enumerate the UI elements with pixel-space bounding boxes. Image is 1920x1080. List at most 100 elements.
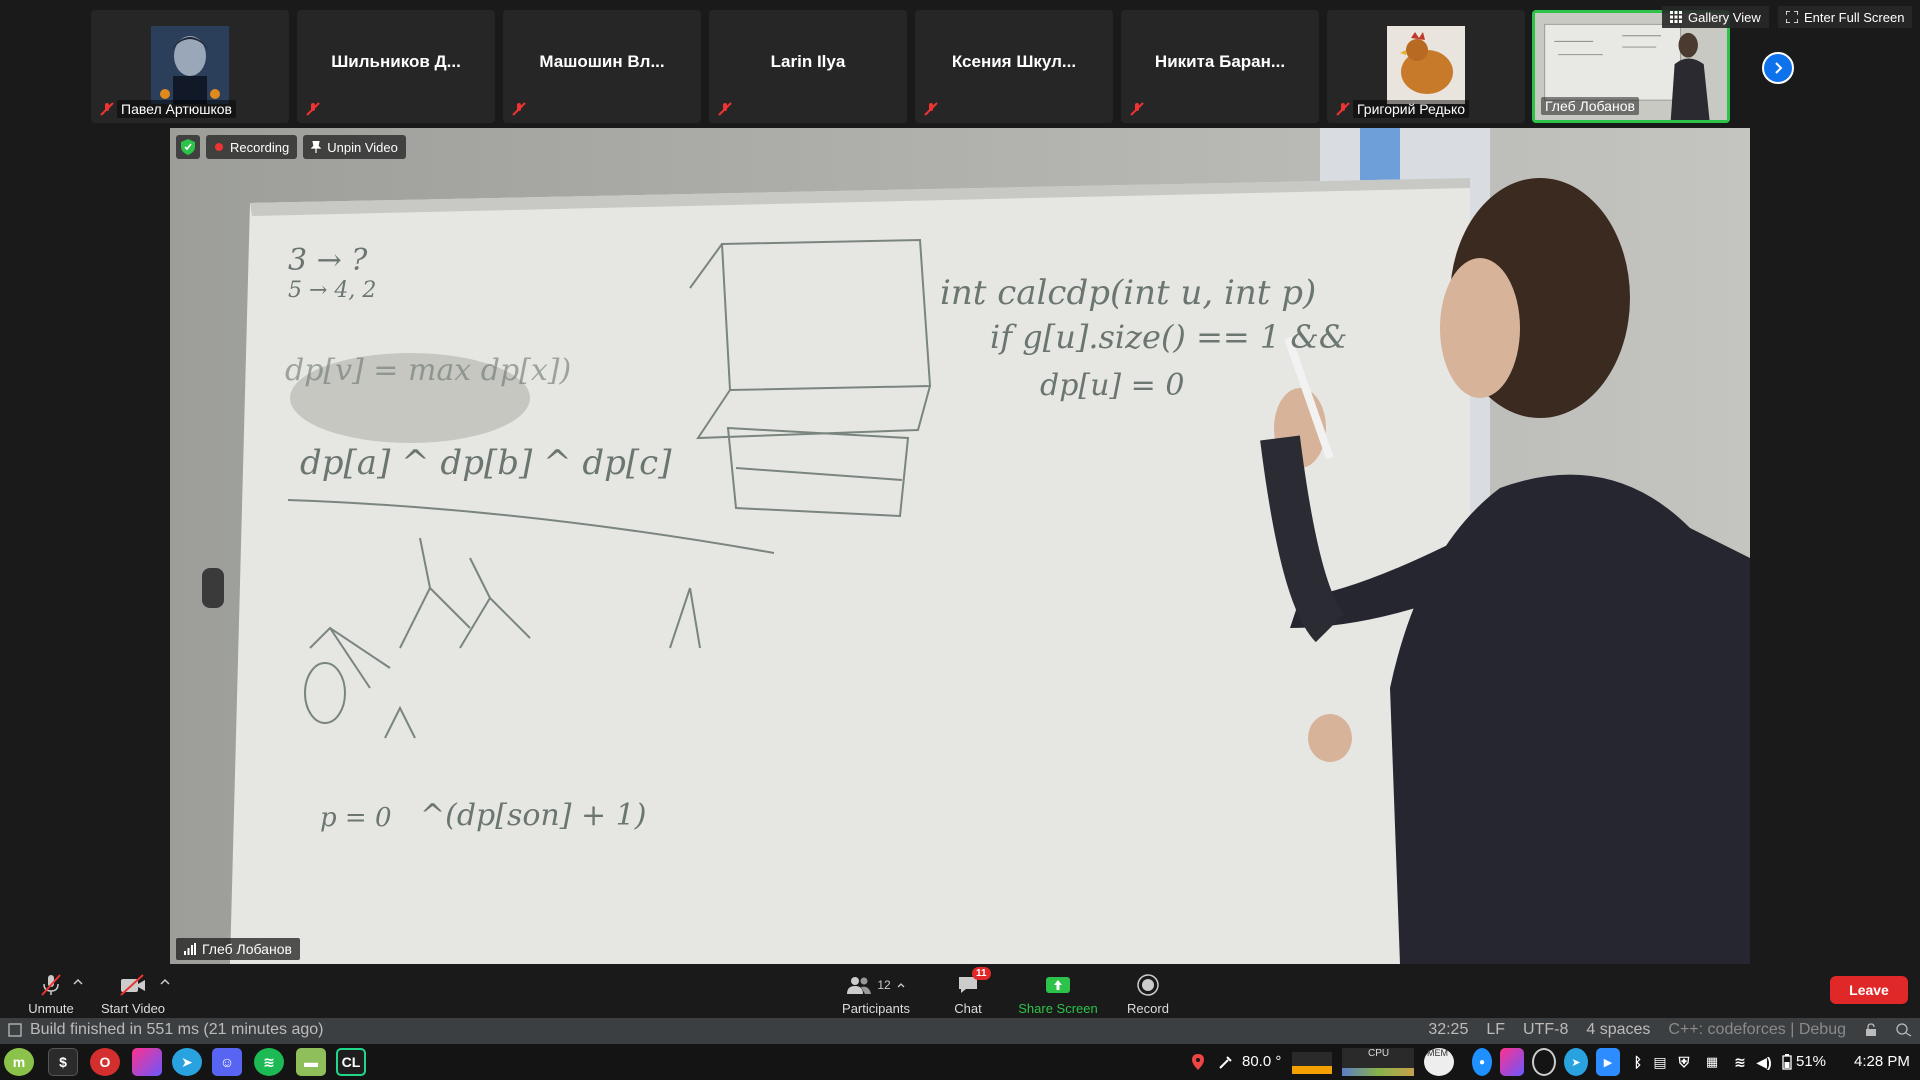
participant-tile[interactable]: Машошин Вл... <box>503 10 701 123</box>
vpn-icon[interactable]: ● <box>1472 1048 1492 1076</box>
grid-icon <box>1670 11 1682 23</box>
unmute-button[interactable]: Unmute <box>26 968 76 1016</box>
muted-mic-icon <box>41 974 61 996</box>
build-status-icon[interactable] <box>8 1023 22 1037</box>
battery-percent: 51% <box>1796 1053 1827 1070</box>
unpin-video-button[interactable]: Unpin Video <box>303 135 406 159</box>
participant-tile[interactable]: Larin Ilya <box>709 10 907 123</box>
security-shield-icon <box>176 135 200 159</box>
clock[interactable]: 4:28 PM <box>1854 1053 1910 1070</box>
participant-tile[interactable]: Шильников Д... <box>297 10 495 123</box>
location-icon[interactable] <box>1192 1054 1204 1070</box>
record-label: Record <box>1127 1001 1169 1016</box>
battery-icon[interactable] <box>1782 1054 1792 1070</box>
board-line: dp[v] = max dp[x]) <box>285 353 572 388</box>
muted-mic-icon <box>306 102 320 116</box>
participant-name: Павел Артюшков <box>117 100 236 118</box>
lock-icon[interactable] <box>1864 1023 1878 1037</box>
inspector-icon[interactable] <box>1896 1023 1912 1037</box>
board-line: dp[u] = 0 <box>1040 368 1185 403</box>
clion-icon[interactable]: CL <box>336 1048 366 1076</box>
leave-button[interactable]: Leave <box>1830 976 1908 1004</box>
gallery-view-label: Gallery View <box>1688 9 1761 25</box>
mem-indicator: MEM <box>1424 1048 1454 1076</box>
board-line: dp[a] ^ dp[b] ^ dp[c] <box>300 443 672 483</box>
files-icon[interactable]: ▬ <box>296 1048 326 1076</box>
thermometer-icon <box>1219 1056 1232 1069</box>
participant-strip: Павел Артюшков Шильников Д... Машошин Вл… <box>0 0 1920 128</box>
share-screen-button[interactable]: Share Screen <box>1016 968 1100 1016</box>
next-page-button[interactable] <box>1762 52 1794 84</box>
jetbrains-tray-icon[interactable] <box>1500 1048 1524 1076</box>
chat-label: Chat <box>954 1001 982 1016</box>
muted-mic-icon <box>1336 102 1350 116</box>
chevron-up-icon <box>897 983 905 988</box>
record-dot-icon <box>215 143 223 151</box>
participant-name: Larin Ilya <box>770 52 846 71</box>
mint-menu-icon[interactable]: m <box>4 1048 34 1076</box>
board-line: p = 0 <box>320 803 392 833</box>
participant-name: Ксения Шкул... <box>951 52 1077 71</box>
pin-icon <box>311 141 322 153</box>
indent-setting[interactable]: 4 spaces <box>1586 1021 1650 1039</box>
video-off-icon <box>120 974 145 996</box>
build-message[interactable]: Build finished in 551 ms (21 minutes ago… <box>30 1021 324 1039</box>
record-icon <box>1137 974 1159 996</box>
os-taskbar: m $ O ➤ ☺ ≋ ▬ CL 80.0 ° CPU MEM ● ➤ ▶ ᛒ … <box>0 1044 1920 1080</box>
participant-tile[interactable]: Павел Артюшков <box>91 10 289 123</box>
clipboard-icon[interactable]: ▤ <box>1650 1048 1670 1076</box>
recording-label: Recording <box>230 139 290 155</box>
avatar <box>1387 26 1465 104</box>
chevron-up-icon[interactable] <box>160 978 170 986</box>
participant-name: Машошин Вл... <box>539 52 665 71</box>
main-video[interactable]: 3 → ? 5 → 4, 2 dp[v] = max dp[x]) dp[a] … <box>170 128 1750 964</box>
keyboard-layout-flag-icon[interactable]: ▦ <box>1700 1048 1724 1076</box>
record-button[interactable]: Record <box>1124 968 1172 1016</box>
participants-label: Participants <box>842 1001 910 1016</box>
wifi-icon[interactable]: ≋ <box>1730 1048 1750 1076</box>
sync-icon[interactable] <box>1532 1048 1556 1076</box>
terminal-icon[interactable]: $ <box>48 1048 78 1076</box>
discord-icon[interactable]: ☺ <box>212 1048 242 1076</box>
jetbrains-toolbox-icon[interactable] <box>132 1048 162 1076</box>
board-line: 3 → ? <box>288 243 368 278</box>
spotify-icon[interactable]: ≋ <box>254 1048 284 1076</box>
bluetooth-icon[interactable]: ᛒ <box>1628 1048 1648 1076</box>
enter-full-screen-button[interactable]: Enter Full Screen <box>1778 6 1913 28</box>
run-context[interactable]: C++: codeforces | Debug <box>1668 1021 1846 1039</box>
unpin-label: Unpin Video <box>327 139 398 155</box>
participant-name: Шильников Д... <box>331 52 461 71</box>
muted-mic-icon <box>924 102 938 116</box>
chat-button[interactable]: 11 Chat <box>948 967 991 1016</box>
participant-name: Григорий Редько <box>1353 100 1470 118</box>
zoom-tray-icon[interactable]: ▶ <box>1596 1048 1620 1076</box>
speaker-name: Глеб Лобанов <box>202 941 292 957</box>
cpu-graph: CPU <box>1342 1048 1414 1076</box>
muted-mic-icon <box>512 102 526 116</box>
participant-tile[interactable]: Никита Баран... <box>1121 10 1319 123</box>
chevron-up-icon[interactable] <box>73 978 83 986</box>
recording-indicator[interactable]: Recording <box>206 135 298 159</box>
opera-icon[interactable]: O <box>90 1048 120 1076</box>
muted-mic-icon <box>1130 102 1144 116</box>
volume-icon[interactable]: ◀) <box>1754 1048 1774 1076</box>
telegram-icon[interactable]: ➤ <box>172 1048 202 1076</box>
board-line: 5 → 4, 2 <box>288 278 377 303</box>
board-line: if g[u].size() == 1 && <box>990 318 1348 356</box>
participants-button[interactable]: 12 Participants <box>838 968 914 1016</box>
temp-graph <box>1292 1052 1332 1074</box>
file-encoding[interactable]: UTF-8 <box>1523 1021 1568 1039</box>
line-separator[interactable]: LF <box>1486 1021 1505 1039</box>
participant-tile[interactable]: Григорий Редько <box>1327 10 1525 123</box>
start-video-label: Start Video <box>100 1001 166 1016</box>
video-top-overlay: Recording Unpin Video <box>170 134 406 160</box>
cpu-label: CPU <box>1368 1048 1390 1059</box>
participant-tile[interactable]: Ксения Шкул... <box>915 10 1113 123</box>
telegram-tray-icon[interactable]: ➤ <box>1564 1048 1588 1076</box>
shield-tray-icon[interactable]: ⛨ <box>1674 1048 1694 1076</box>
start-video-button[interactable]: Start Video <box>98 968 168 1016</box>
gallery-view-button[interactable]: Gallery View <box>1662 6 1769 28</box>
meeting-toolbar: Unmute Start Video 12 Participants 11 Ch… <box>0 964 1920 1018</box>
share-screen-icon <box>1046 977 1070 993</box>
cursor-position[interactable]: 32:25 <box>1428 1021 1468 1039</box>
